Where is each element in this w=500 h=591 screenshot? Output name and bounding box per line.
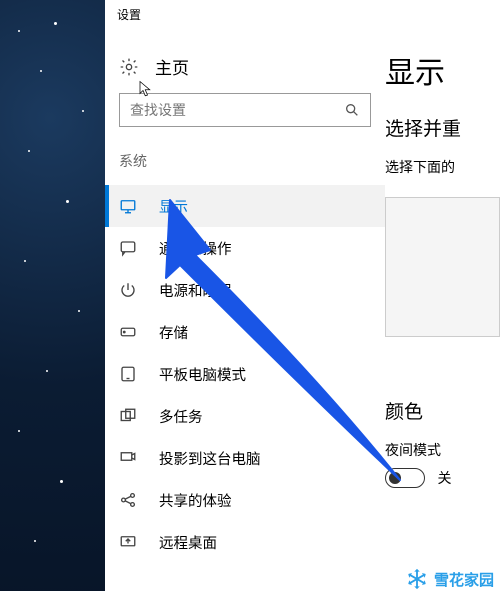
- sidebar-item-display[interactable]: 显示: [105, 185, 385, 227]
- page-title: 显示: [385, 48, 500, 92]
- sidebar-item-power[interactable]: 电源和睡眠: [105, 269, 385, 311]
- project-icon: [119, 449, 137, 467]
- search-input[interactable]: [119, 93, 371, 127]
- sidebar-item-project[interactable]: 投影到这台电脑: [105, 437, 385, 479]
- night-mode-toggle[interactable]: [385, 468, 425, 488]
- sidebar-item-label: 通知和操作: [159, 238, 232, 259]
- multitask-icon: [119, 407, 137, 425]
- sidebar-item-remote[interactable]: 远程桌面: [105, 521, 385, 563]
- section-heading: 选择并重: [385, 114, 500, 141]
- color-heading: 颜色: [385, 397, 500, 424]
- share-icon: [119, 491, 137, 509]
- sidebar-item-label: 显示: [159, 196, 188, 217]
- tablet-icon: [119, 365, 137, 383]
- sidebar: 主页 系统: [105, 28, 385, 591]
- storage-icon: [119, 323, 137, 341]
- window-titlebar[interactable]: 设置: [105, 0, 500, 28]
- sidebar-group-label: 系统: [105, 149, 385, 185]
- sidebar-item-multitask[interactable]: 多任务: [105, 395, 385, 437]
- monitor-icon: [119, 197, 137, 215]
- sidebar-nav: 显示 通知和操作 电源和睡眠: [105, 185, 385, 563]
- chat-icon: [119, 239, 137, 257]
- search-field[interactable]: [130, 102, 344, 118]
- window-title: 设置: [117, 6, 141, 23]
- sidebar-item-tablet[interactable]: 平板电脑模式: [105, 353, 385, 395]
- sidebar-item-label: 远程桌面: [159, 532, 217, 553]
- helper-text: 选择下面的: [385, 157, 500, 177]
- home-label: 主页: [155, 54, 189, 79]
- sidebar-item-label: 电源和睡眠: [159, 280, 232, 301]
- power-icon: [119, 281, 137, 299]
- sidebar-item-label: 多任务: [159, 406, 203, 427]
- sidebar-item-notifications[interactable]: 通知和操作: [105, 227, 385, 269]
- display-preview[interactable]: [385, 197, 500, 337]
- sidebar-item-label: 共享的体验: [159, 490, 232, 511]
- sidebar-item-storage[interactable]: 存储: [105, 311, 385, 353]
- remote-icon: [119, 533, 137, 551]
- sidebar-item-label: 存储: [159, 322, 188, 343]
- home-button[interactable]: 主页: [105, 48, 385, 93]
- settings-window: 设置 主页: [105, 0, 500, 591]
- night-mode-state: 关: [437, 470, 451, 486]
- main-panel: 显示 选择并重 选择下面的 颜色 夜间模式 关: [385, 28, 500, 591]
- sidebar-item-label: 平板电脑模式: [159, 364, 246, 385]
- sidebar-item-shared[interactable]: 共享的体验: [105, 479, 385, 521]
- gear-icon: [119, 57, 139, 77]
- search-icon: [344, 102, 360, 118]
- sidebar-item-label: 投影到这台电脑: [159, 448, 261, 469]
- night-mode-label: 夜间模式: [385, 440, 500, 460]
